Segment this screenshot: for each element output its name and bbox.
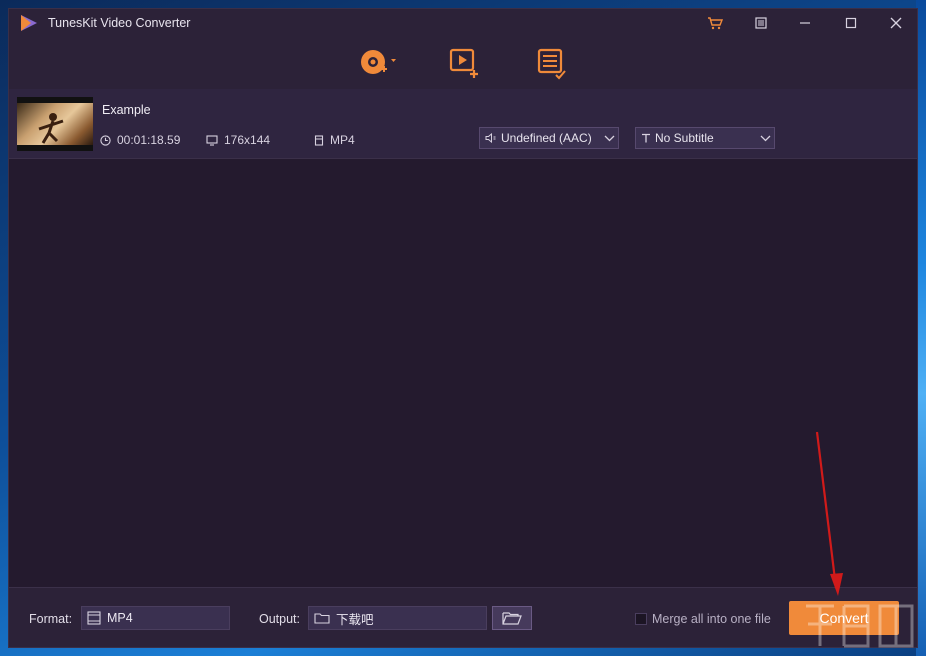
file-name: Example — [102, 103, 151, 117]
minimize-icon — [800, 22, 810, 24]
format-label: Format: — [29, 612, 73, 626]
close-button[interactable] — [885, 13, 907, 33]
format-value: MP4 — [330, 133, 355, 147]
menu-icon — [755, 17, 767, 29]
open-folder-icon — [502, 612, 522, 625]
monitor-icon — [206, 134, 218, 146]
text-icon — [642, 133, 650, 143]
app-logo-icon — [21, 15, 37, 31]
maximize-icon — [845, 17, 857, 29]
cart-button[interactable] — [704, 13, 726, 33]
output-folder-field[interactable]: 下载吧 — [308, 606, 487, 630]
bottom-bar: Format: MP4 Output: 下载吧 Merge all into o… — [9, 587, 917, 647]
browse-folder-button[interactable] — [492, 606, 532, 630]
duration-info: 00:01:18.59 — [100, 133, 180, 147]
output-format-value: MP4 — [107, 611, 133, 625]
main-toolbar — [9, 37, 917, 89]
chevron-down-icon — [756, 135, 774, 142]
duration-value: 00:01:18.59 — [117, 133, 181, 147]
app-window: TunesKit Video Converter Example 00:01:1… — [8, 8, 918, 648]
file-format-icon — [314, 134, 324, 146]
close-icon — [890, 17, 902, 29]
add-dvd-icon — [361, 50, 396, 74]
audio-track-value: Undefined (AAC) — [501, 131, 592, 145]
add-dvd-button[interactable] — [358, 47, 396, 81]
output-folder-value: 下载吧 — [336, 612, 374, 627]
clock-icon — [100, 134, 111, 146]
converted-list-icon — [537, 48, 566, 80]
merge-label: Merge all into one file — [652, 612, 771, 626]
speaker-icon — [485, 133, 496, 143]
maximize-button[interactable] — [840, 13, 862, 33]
resolution-info: 176x144 — [206, 133, 270, 147]
file-list-item[interactable]: Example 00:01:18.59 176x144 MP4 Undefine… — [9, 89, 917, 159]
video-thumbnail — [17, 97, 93, 151]
convert-button[interactable]: Convert — [789, 601, 899, 635]
add-video-button[interactable] — [448, 47, 484, 81]
format-info: MP4 — [314, 133, 355, 147]
app-title: TunesKit Video Converter — [48, 16, 191, 30]
thumbnail-figure-icon — [38, 113, 64, 144]
output-label: Output: — [259, 612, 300, 626]
title-bar: TunesKit Video Converter — [9, 9, 917, 37]
converted-list-button[interactable] — [536, 47, 572, 81]
cart-icon — [708, 17, 723, 30]
add-video-icon — [449, 48, 478, 78]
merge-checkbox[interactable] — [635, 613, 647, 625]
audio-track-dropdown[interactable]: Undefined (AAC) — [479, 127, 619, 149]
video-format-icon — [87, 611, 101, 625]
output-format-selector[interactable]: MP4 — [81, 606, 230, 630]
menu-button[interactable] — [750, 13, 772, 33]
subtitle-dropdown[interactable]: No Subtitle — [635, 127, 775, 149]
subtitle-value: No Subtitle — [655, 131, 714, 145]
folder-icon — [314, 613, 330, 624]
resolution-value: 176x144 — [224, 133, 271, 147]
minimize-button[interactable] — [794, 13, 816, 33]
chevron-down-icon — [600, 135, 618, 142]
